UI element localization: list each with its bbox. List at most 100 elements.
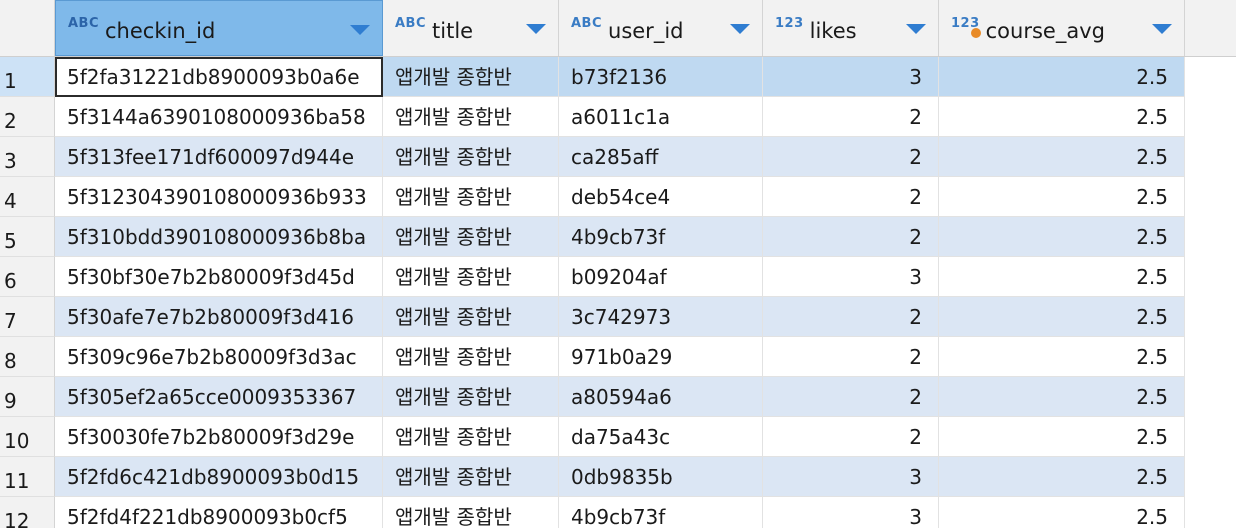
cell-likes[interactable]: 2: [763, 337, 939, 377]
cell-course-avg[interactable]: 2.5: [939, 97, 1185, 137]
row-number[interactable]: 5: [0, 217, 55, 257]
cell-likes[interactable]: 2: [763, 297, 939, 337]
cell-user-id[interactable]: deb54ce4: [559, 177, 763, 217]
cell-checkin-id[interactable]: 5f313fee171df600097d944e: [55, 137, 383, 177]
cell-user-id[interactable]: ca285aff: [559, 137, 763, 177]
row-number[interactable]: 7: [0, 297, 55, 337]
table-row[interactable]: 11 5f2fd6c421db8900093b0d15 앱개발 종합반 0db9835…: [0, 457, 1236, 497]
cell-user-id[interactable]: 4b9cb73f: [559, 217, 763, 257]
cell-likes[interactable]: 3: [763, 257, 939, 297]
row-number[interactable]: 3: [0, 137, 55, 177]
column-header-title[interactable]: ABC title: [383, 0, 559, 56]
column-header-course-avg[interactable]: 123 course_avg: [939, 0, 1185, 56]
table-row[interactable]: 9 5f305ef2a65cce0009353367 앱개발 종합반 a80594a6…: [0, 377, 1236, 417]
cell-course-avg[interactable]: 2.5: [939, 417, 1185, 457]
row-number[interactable]: 4: [0, 177, 55, 217]
chevron-down-icon[interactable]: [526, 24, 546, 34]
cell-user-id[interactable]: 971b0a29: [559, 337, 763, 377]
cell-checkin-id[interactable]: 5f312304390108000936b933: [55, 177, 383, 217]
cell-title[interactable]: 앱개발 종합반: [383, 497, 559, 528]
cell-title[interactable]: 앱개발 종합반: [383, 217, 559, 257]
cell-title[interactable]: 앱개발 종합반: [383, 177, 559, 217]
cell-likes[interactable]: 2: [763, 377, 939, 417]
cell-title[interactable]: 앱개발 종합반: [383, 417, 559, 457]
cell-course-avg[interactable]: 2.5: [939, 457, 1185, 497]
cell-user-id[interactable]: a6011c1a: [559, 97, 763, 137]
cell-likes[interactable]: 2: [763, 137, 939, 177]
cell-course-avg[interactable]: 2.5: [939, 337, 1185, 377]
cell-user-id[interactable]: b09204af: [559, 257, 763, 297]
cell-user-id[interactable]: b73f2136: [559, 57, 763, 97]
cell-checkin-id[interactable]: 5f30afe7e7b2b80009f3d416: [55, 297, 383, 337]
column-header-row: ABC checkin_id ABC title ABC user_id 123…: [0, 0, 1236, 57]
row-number[interactable]: 6: [0, 257, 55, 297]
cell-checkin-id[interactable]: 5f310bdd390108000936b8ba: [55, 217, 383, 257]
cell-user-id[interactable]: 4b9cb73f: [559, 497, 763, 528]
cell-course-avg[interactable]: 2.5: [939, 177, 1185, 217]
row-number[interactable]: 12: [0, 497, 55, 528]
table-row[interactable]: 4 5f312304390108000936b933 앱개발 종합반 deb54ce4…: [0, 177, 1236, 217]
cell-checkin-id[interactable]: 5f2fd4f221db8900093b0cf5: [55, 497, 383, 528]
chevron-down-icon[interactable]: [730, 24, 750, 34]
column-header-likes[interactable]: 123 likes: [763, 0, 939, 56]
column-header-user-id[interactable]: ABC user_id: [559, 0, 763, 56]
cell-likes[interactable]: 3: [763, 57, 939, 97]
cell-title[interactable]: 앱개발 종합반: [383, 377, 559, 417]
cell-checkin-id[interactable]: 5f30bf30e7b2b80009f3d45d: [55, 257, 383, 297]
cell-title[interactable]: 앱개발 종합반: [383, 97, 559, 137]
cell-checkin-id[interactable]: 5f2fd6c421db8900093b0d15: [55, 457, 383, 497]
table-row[interactable]: 7 5f30afe7e7b2b80009f3d416 앱개발 종합반 3c742973…: [0, 297, 1236, 337]
row-number[interactable]: 10: [0, 417, 55, 457]
cell-title[interactable]: 앱개발 종합반: [383, 137, 559, 177]
chevron-down-icon[interactable]: [1152, 24, 1172, 34]
cell-course-avg[interactable]: 2.5: [939, 297, 1185, 337]
cell-likes[interactable]: 2: [763, 177, 939, 217]
result-grid[interactable]: ABC checkin_id ABC title ABC user_id 123…: [0, 0, 1236, 528]
cell-user-id[interactable]: 3c742973: [559, 297, 763, 337]
cell-user-id[interactable]: da75a43c: [559, 417, 763, 457]
cell-likes[interactable]: 2: [763, 97, 939, 137]
cell-course-avg[interactable]: 2.5: [939, 377, 1185, 417]
table-row[interactable]: 6 5f30bf30e7b2b80009f3d45d 앱개발 종합반 b09204af…: [0, 257, 1236, 297]
cell-likes[interactable]: 3: [763, 497, 939, 528]
row-number[interactable]: 1: [0, 57, 55, 97]
empty-area: [1185, 337, 1236, 377]
cell-likes[interactable]: 2: [763, 417, 939, 457]
table-row[interactable]: 12 5f2fd4f221db8900093b0cf5 앱개발 종합반 4b9cb73…: [0, 497, 1236, 528]
cell-checkin-id[interactable]: 5f30030fe7b2b80009f3d29e: [55, 417, 383, 457]
cell-title[interactable]: 앱개발 종합반: [383, 457, 559, 497]
cell-course-avg[interactable]: 2.5: [939, 57, 1185, 97]
column-name: likes: [809, 19, 857, 43]
cell-course-avg[interactable]: 2.5: [939, 137, 1185, 177]
chevron-down-icon[interactable]: [350, 25, 370, 35]
cell-checkin-id[interactable]: 5f305ef2a65cce0009353367: [55, 377, 383, 417]
row-number[interactable]: 11: [0, 457, 55, 497]
cell-title[interactable]: 앱개발 종합반: [383, 257, 559, 297]
table-row[interactable]: 5 5f310bdd390108000936b8ba 앱개발 종합반 4b9cb73f…: [0, 217, 1236, 257]
cell-course-avg[interactable]: 2.5: [939, 217, 1185, 257]
cell-likes[interactable]: 2: [763, 217, 939, 257]
column-header-checkin-id[interactable]: ABC checkin_id: [55, 0, 383, 56]
cell-title[interactable]: 앱개발 종합반: [383, 337, 559, 377]
row-number[interactable]: 2: [0, 97, 55, 137]
cell-checkin-id[interactable]: 5f309c96e7b2b80009f3d3ac: [55, 337, 383, 377]
row-number-corner[interactable]: [0, 0, 55, 56]
table-row[interactable]: 1 5f2fa31221db8900093b0a6e 앱개발 종합반 b73f2136…: [0, 57, 1236, 97]
column-name: user_id: [608, 19, 684, 43]
cell-course-avg[interactable]: 2.5: [939, 257, 1185, 297]
cell-course-avg[interactable]: 2.5: [939, 497, 1185, 528]
cell-user-id[interactable]: 0db9835b: [559, 457, 763, 497]
cell-checkin-id[interactable]: 5f2fa31221db8900093b0a6e: [55, 57, 383, 97]
cell-title[interactable]: 앱개발 종합반: [383, 297, 559, 337]
cell-checkin-id[interactable]: 5f3144a6390108000936ba58: [55, 97, 383, 137]
chevron-down-icon[interactable]: [906, 24, 926, 34]
cell-user-id[interactable]: a80594a6: [559, 377, 763, 417]
table-row[interactable]: 2 5f3144a6390108000936ba58 앱개발 종합반 a6011c1a…: [0, 97, 1236, 137]
cell-title[interactable]: 앱개발 종합반: [383, 57, 559, 97]
table-row[interactable]: 10 5f30030fe7b2b80009f3d29e 앱개발 종합반 da75a43…: [0, 417, 1236, 457]
cell-likes[interactable]: 3: [763, 457, 939, 497]
row-number[interactable]: 8: [0, 337, 55, 377]
table-row[interactable]: 3 5f313fee171df600097d944e 앱개발 종합반 ca285aff…: [0, 137, 1236, 177]
table-row[interactable]: 8 5f309c96e7b2b80009f3d3ac 앱개발 종합반 971b0a29…: [0, 337, 1236, 377]
row-number[interactable]: 9: [0, 377, 55, 417]
